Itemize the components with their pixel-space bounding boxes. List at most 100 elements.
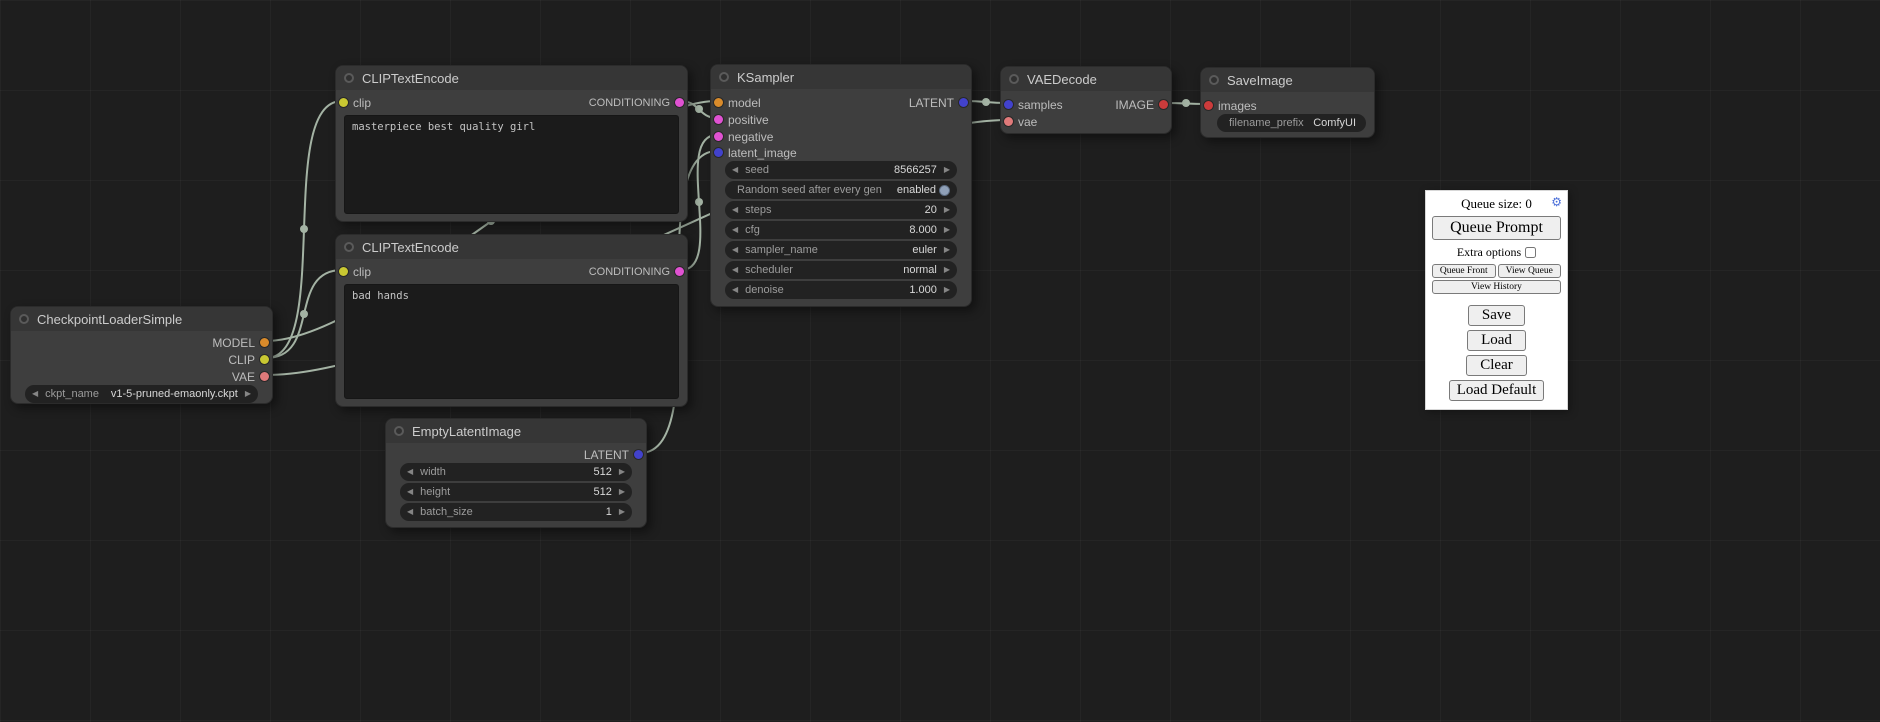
widget-cfg[interactable]: ◀ cfg 8.000 ▶ bbox=[725, 221, 957, 239]
conditioning-port-icon[interactable] bbox=[675, 267, 684, 276]
node-save-image[interactable]: SaveImage images filename_prefix ComfyUI bbox=[1200, 67, 1375, 138]
node-collapse-icon[interactable] bbox=[1209, 75, 1219, 85]
toggle-knob-icon[interactable] bbox=[939, 185, 950, 196]
node-vae-decode[interactable]: VAEDecode samples vae IMAGE bbox=[1000, 66, 1172, 134]
view-history-button[interactable]: View History bbox=[1432, 280, 1561, 294]
output-slot-vae[interactable]: VAE bbox=[232, 369, 269, 384]
input-slot-samples[interactable]: samples bbox=[1004, 97, 1063, 112]
input-slot-model[interactable]: model bbox=[714, 95, 761, 110]
node-collapse-icon[interactable] bbox=[344, 242, 354, 252]
widget-sampler-name[interactable]: ◀ sampler_name euler ▶ bbox=[725, 241, 957, 259]
conditioning-port-icon[interactable] bbox=[714, 115, 723, 124]
node-collapse-icon[interactable] bbox=[394, 426, 404, 436]
latent-port-icon[interactable] bbox=[959, 98, 968, 107]
node-graph-canvas[interactable]: CheckpointLoaderSimple MODEL CLIP VAE ◀ … bbox=[0, 0, 1880, 722]
vae-port-icon[interactable] bbox=[1004, 117, 1013, 126]
increment-arrow-icon[interactable]: ▶ bbox=[944, 206, 950, 214]
vae-port-icon[interactable] bbox=[260, 372, 269, 381]
input-slot-latent-image[interactable]: latent_image bbox=[714, 145, 797, 160]
output-slot-conditioning[interactable]: CONDITIONING bbox=[589, 95, 684, 110]
prompt-textarea[interactable]: bad hands bbox=[344, 284, 679, 399]
node-collapse-icon[interactable] bbox=[719, 72, 729, 82]
node-title-bar[interactable]: CheckpointLoaderSimple bbox=[11, 307, 272, 331]
node-title-bar[interactable]: SaveImage bbox=[1201, 68, 1374, 92]
conditioning-port-icon[interactable] bbox=[714, 132, 723, 141]
decrement-arrow-icon[interactable]: ◀ bbox=[407, 468, 413, 476]
latent-port-icon[interactable] bbox=[1004, 100, 1013, 109]
increment-arrow-icon[interactable]: ▶ bbox=[944, 166, 950, 174]
decrement-arrow-icon[interactable]: ◀ bbox=[732, 206, 738, 214]
decrement-arrow-icon[interactable]: ◀ bbox=[732, 246, 738, 254]
increment-arrow-icon[interactable]: ▶ bbox=[944, 246, 950, 254]
load-default-button[interactable]: Load Default bbox=[1449, 380, 1545, 401]
conditioning-port-icon[interactable] bbox=[675, 98, 684, 107]
node-title-bar[interactable]: EmptyLatentImage bbox=[386, 419, 646, 443]
model-port-icon[interactable] bbox=[260, 338, 269, 347]
decrement-arrow-icon[interactable]: ◀ bbox=[732, 166, 738, 174]
extra-options-checkbox[interactable] bbox=[1525, 247, 1536, 258]
node-collapse-icon[interactable] bbox=[344, 73, 354, 83]
save-button[interactable]: Save bbox=[1468, 305, 1525, 326]
input-slot-images[interactable]: images bbox=[1204, 98, 1257, 113]
node-title-bar[interactable]: CLIPTextEncode bbox=[336, 235, 687, 259]
widget-steps[interactable]: ◀ steps 20 ▶ bbox=[725, 201, 957, 219]
clear-button[interactable]: Clear bbox=[1466, 355, 1526, 376]
clip-port-icon[interactable] bbox=[260, 355, 269, 364]
decrement-arrow-icon[interactable]: ◀ bbox=[732, 266, 738, 274]
increment-arrow-icon[interactable]: ▶ bbox=[245, 390, 251, 398]
decrement-arrow-icon[interactable]: ◀ bbox=[32, 390, 38, 398]
view-queue-button[interactable]: View Queue bbox=[1498, 264, 1562, 278]
output-slot-latent[interactable]: LATENT bbox=[584, 447, 643, 462]
widget-batch-size[interactable]: ◀ batch_size 1 ▶ bbox=[400, 503, 632, 521]
input-slot-clip[interactable]: clip bbox=[339, 95, 371, 110]
input-slot-vae[interactable]: vae bbox=[1004, 114, 1037, 129]
node-title-bar[interactable]: CLIPTextEncode bbox=[336, 66, 687, 90]
node-collapse-icon[interactable] bbox=[1009, 74, 1019, 84]
widget-seed[interactable]: ◀ seed 8566257 ▶ bbox=[725, 161, 957, 179]
output-slot-clip[interactable]: CLIP bbox=[228, 352, 269, 367]
image-port-icon[interactable] bbox=[1159, 100, 1168, 109]
load-button[interactable]: Load bbox=[1467, 330, 1526, 351]
queue-front-button[interactable]: Queue Front bbox=[1432, 264, 1496, 278]
decrement-arrow-icon[interactable]: ◀ bbox=[407, 508, 413, 516]
increment-arrow-icon[interactable]: ▶ bbox=[944, 266, 950, 274]
decrement-arrow-icon[interactable]: ◀ bbox=[407, 488, 413, 496]
increment-arrow-icon[interactable]: ▶ bbox=[619, 488, 625, 496]
output-slot-conditioning[interactable]: CONDITIONING bbox=[589, 264, 684, 279]
prompt-textarea[interactable]: masterpiece best quality girl bbox=[344, 115, 679, 214]
widget-ckpt-name[interactable]: ◀ ckpt_name v1-5-pruned-emaonly.ckpt ▶ bbox=[25, 385, 258, 403]
node-clip-text-encode-negative[interactable]: CLIPTextEncode clip CONDITIONING bad han… bbox=[335, 234, 688, 407]
queue-prompt-button[interactable]: Queue Prompt bbox=[1432, 216, 1561, 240]
node-checkpoint-loader[interactable]: CheckpointLoaderSimple MODEL CLIP VAE ◀ … bbox=[10, 306, 273, 404]
widget-random-seed-toggle[interactable]: Random seed after every gen enabled bbox=[725, 181, 957, 199]
settings-gear-icon[interactable]: ⚙ bbox=[1551, 195, 1562, 209]
increment-arrow-icon[interactable]: ▶ bbox=[619, 468, 625, 476]
clip-port-icon[interactable] bbox=[339, 98, 348, 107]
increment-arrow-icon[interactable]: ▶ bbox=[944, 226, 950, 234]
output-slot-model[interactable]: MODEL bbox=[212, 335, 269, 350]
node-empty-latent-image[interactable]: EmptyLatentImage LATENT ◀ width 512 ▶ ◀ … bbox=[385, 418, 647, 528]
input-slot-clip[interactable]: clip bbox=[339, 264, 371, 279]
latent-port-icon[interactable] bbox=[634, 450, 643, 459]
widget-filename-prefix[interactable]: filename_prefix ComfyUI bbox=[1217, 114, 1366, 132]
output-slot-image[interactable]: IMAGE bbox=[1115, 97, 1168, 112]
node-clip-text-encode-positive[interactable]: CLIPTextEncode clip CONDITIONING masterp… bbox=[335, 65, 688, 222]
input-slot-negative[interactable]: negative bbox=[714, 129, 773, 144]
widget-height[interactable]: ◀ height 512 ▶ bbox=[400, 483, 632, 501]
clip-port-icon[interactable] bbox=[339, 267, 348, 276]
node-title-bar[interactable]: VAEDecode bbox=[1001, 67, 1171, 91]
increment-arrow-icon[interactable]: ▶ bbox=[944, 286, 950, 294]
node-collapse-icon[interactable] bbox=[19, 314, 29, 324]
decrement-arrow-icon[interactable]: ◀ bbox=[732, 286, 738, 294]
input-slot-positive[interactable]: positive bbox=[714, 112, 769, 127]
image-port-icon[interactable] bbox=[1204, 101, 1213, 110]
widget-scheduler[interactable]: ◀ scheduler normal ▶ bbox=[725, 261, 957, 279]
node-ksampler[interactable]: KSampler model positive negative latent_… bbox=[710, 64, 972, 307]
widget-width[interactable]: ◀ width 512 ▶ bbox=[400, 463, 632, 481]
increment-arrow-icon[interactable]: ▶ bbox=[619, 508, 625, 516]
decrement-arrow-icon[interactable]: ◀ bbox=[732, 226, 738, 234]
output-slot-latent[interactable]: LATENT bbox=[909, 95, 968, 110]
widget-denoise[interactable]: ◀ denoise 1.000 ▶ bbox=[725, 281, 957, 299]
latent-port-icon[interactable] bbox=[714, 148, 723, 157]
node-title-bar[interactable]: KSampler bbox=[711, 65, 971, 89]
